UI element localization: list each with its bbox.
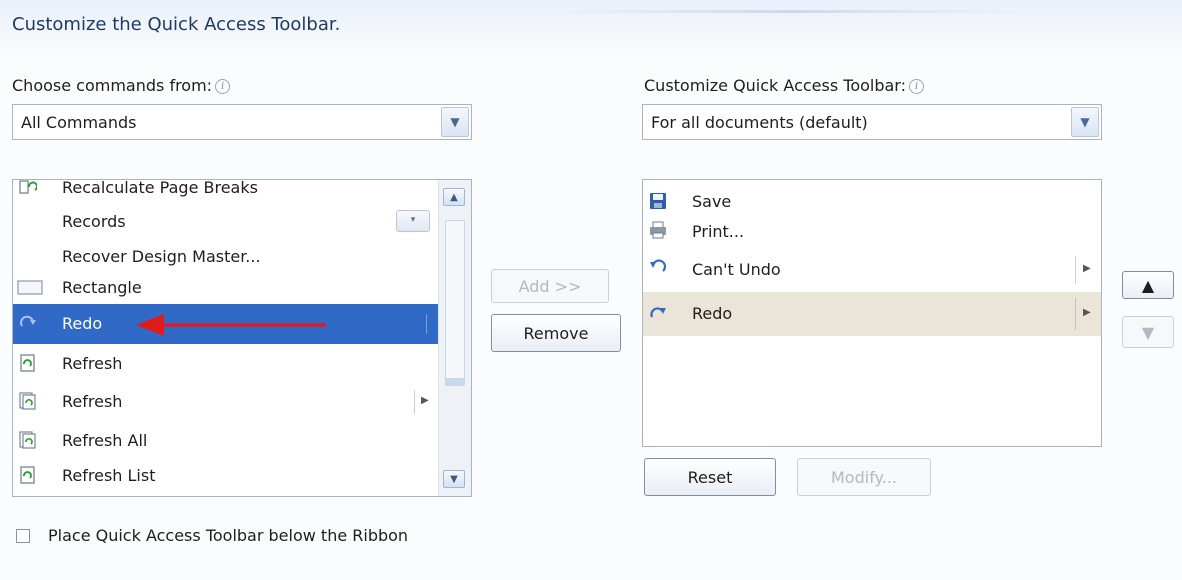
choose-commands-label: Choose commands from: i <box>12 76 231 95</box>
scroll-thumb[interactable] <box>445 378 465 386</box>
list-item-refresh[interactable]: Refresh <box>13 344 441 382</box>
commands-scrollbar[interactable]: ▲ ▼ <box>438 180 471 496</box>
info-icon: i <box>908 79 924 94</box>
list-item-label: Refresh All <box>62 431 148 450</box>
list-item-label: Recalculate Page Breaks <box>62 179 258 197</box>
document-scope-combo[interactable]: For all documents (default) ▼ <box>642 104 1102 140</box>
qat-item-save[interactable]: Save <box>643 186 1101 220</box>
list-item-rectangle[interactable]: Rectangle <box>13 268 441 306</box>
reset-button-label: Reset <box>687 467 733 487</box>
customize-qat-text: Customize Quick Access Toolbar: <box>644 76 906 95</box>
qat-item-label: Save <box>692 192 732 211</box>
list-item-refresh-submenu[interactable]: Refresh ▶ <box>13 382 441 420</box>
list-item-refresh-all[interactable]: Refresh All <box>13 421 441 459</box>
separator <box>1075 256 1076 284</box>
place-below-ribbon-checkbox[interactable] <box>16 529 30 543</box>
list-item-label: Refresh <box>62 392 123 411</box>
place-below-ribbon-label[interactable]: Place Quick Access Toolbar below the Rib… <box>48 526 408 545</box>
refresh-list-icon <box>20 466 35 484</box>
remove-button-label: Remove <box>523 323 589 343</box>
print-icon <box>650 221 666 239</box>
qat-item-undo[interactable]: Can't Undo ▶ <box>643 250 1101 290</box>
refresh-icon <box>20 354 35 372</box>
choose-commands-combo[interactable]: All Commands ▼ <box>12 104 472 140</box>
recalculate-icon <box>19 180 37 194</box>
submenu-arrow-icon: ▶ <box>421 395 429 406</box>
list-expand-button[interactable]: ▾ <box>396 210 430 232</box>
rectangle-icon <box>17 280 43 295</box>
chevron-down-icon[interactable]: ▼ <box>1071 107 1099 137</box>
save-icon <box>650 193 666 209</box>
chevron-down-icon[interactable]: ▼ <box>441 107 469 137</box>
separator <box>1075 298 1076 330</box>
choose-commands-text: Choose commands from: <box>12 76 213 95</box>
add-button[interactable]: Add >> <box>491 269 609 303</box>
remove-button[interactable]: Remove <box>491 314 621 352</box>
list-item-records[interactable]: Records <box>13 202 441 240</box>
list-item-label: Rectangle <box>62 278 142 297</box>
redo-icon <box>20 315 36 327</box>
list-item-label: Recover Design Master... <box>62 247 261 266</box>
move-down-button[interactable]: ▼ <box>1122 316 1174 348</box>
qat-item-redo-selected[interactable]: Redo ▶ <box>643 292 1101 336</box>
list-item-label: Refresh <box>62 354 123 373</box>
choose-commands-value: All Commands <box>21 113 137 132</box>
scroll-down-button[interactable]: ▼ <box>443 470 465 488</box>
reset-button[interactable]: Reset <box>644 458 776 496</box>
page-title: Customize the Quick Access Toolbar. <box>12 14 341 35</box>
document-scope-value: For all documents (default) <box>651 113 868 132</box>
qat-listbox[interactable]: Save Print... Can't Undo ▶ Redo ▶ <box>642 179 1102 447</box>
submenu-arrow-icon: ▶ <box>1083 307 1091 318</box>
refresh-stack-icon <box>19 392 36 410</box>
qat-item-label: Can't Undo <box>692 260 781 279</box>
modify-button[interactable]: Modify... <box>797 458 931 496</box>
list-item-refresh-list[interactable]: Refresh List <box>13 456 441 494</box>
qat-item-label: Print... <box>692 222 745 241</box>
move-up-button[interactable]: ▲ <box>1122 271 1174 299</box>
scroll-up-button[interactable]: ▲ <box>443 188 465 206</box>
separator <box>426 314 427 334</box>
redo-icon <box>650 307 666 318</box>
undo-icon <box>650 259 667 272</box>
scroll-track-upper[interactable] <box>445 220 465 382</box>
list-item-label: Refresh List <box>62 466 156 485</box>
list-item-label: Redo <box>62 314 103 333</box>
qat-item-label: Redo <box>692 304 733 323</box>
commands-listbox[interactable]: Recalculate Page Breaks Records ▾ Recove… <box>12 179 472 497</box>
list-item-label: Records <box>62 212 126 231</box>
info-icon: i <box>215 79 231 94</box>
refresh-all-icon <box>19 431 36 449</box>
customize-qat-label: Customize Quick Access Toolbar: i <box>644 76 924 95</box>
submenu-arrow-icon: ▶ <box>1083 263 1091 274</box>
qat-item-print[interactable]: Print... <box>643 216 1101 246</box>
separator <box>414 390 415 414</box>
annotation-arrow-icon <box>136 314 326 336</box>
